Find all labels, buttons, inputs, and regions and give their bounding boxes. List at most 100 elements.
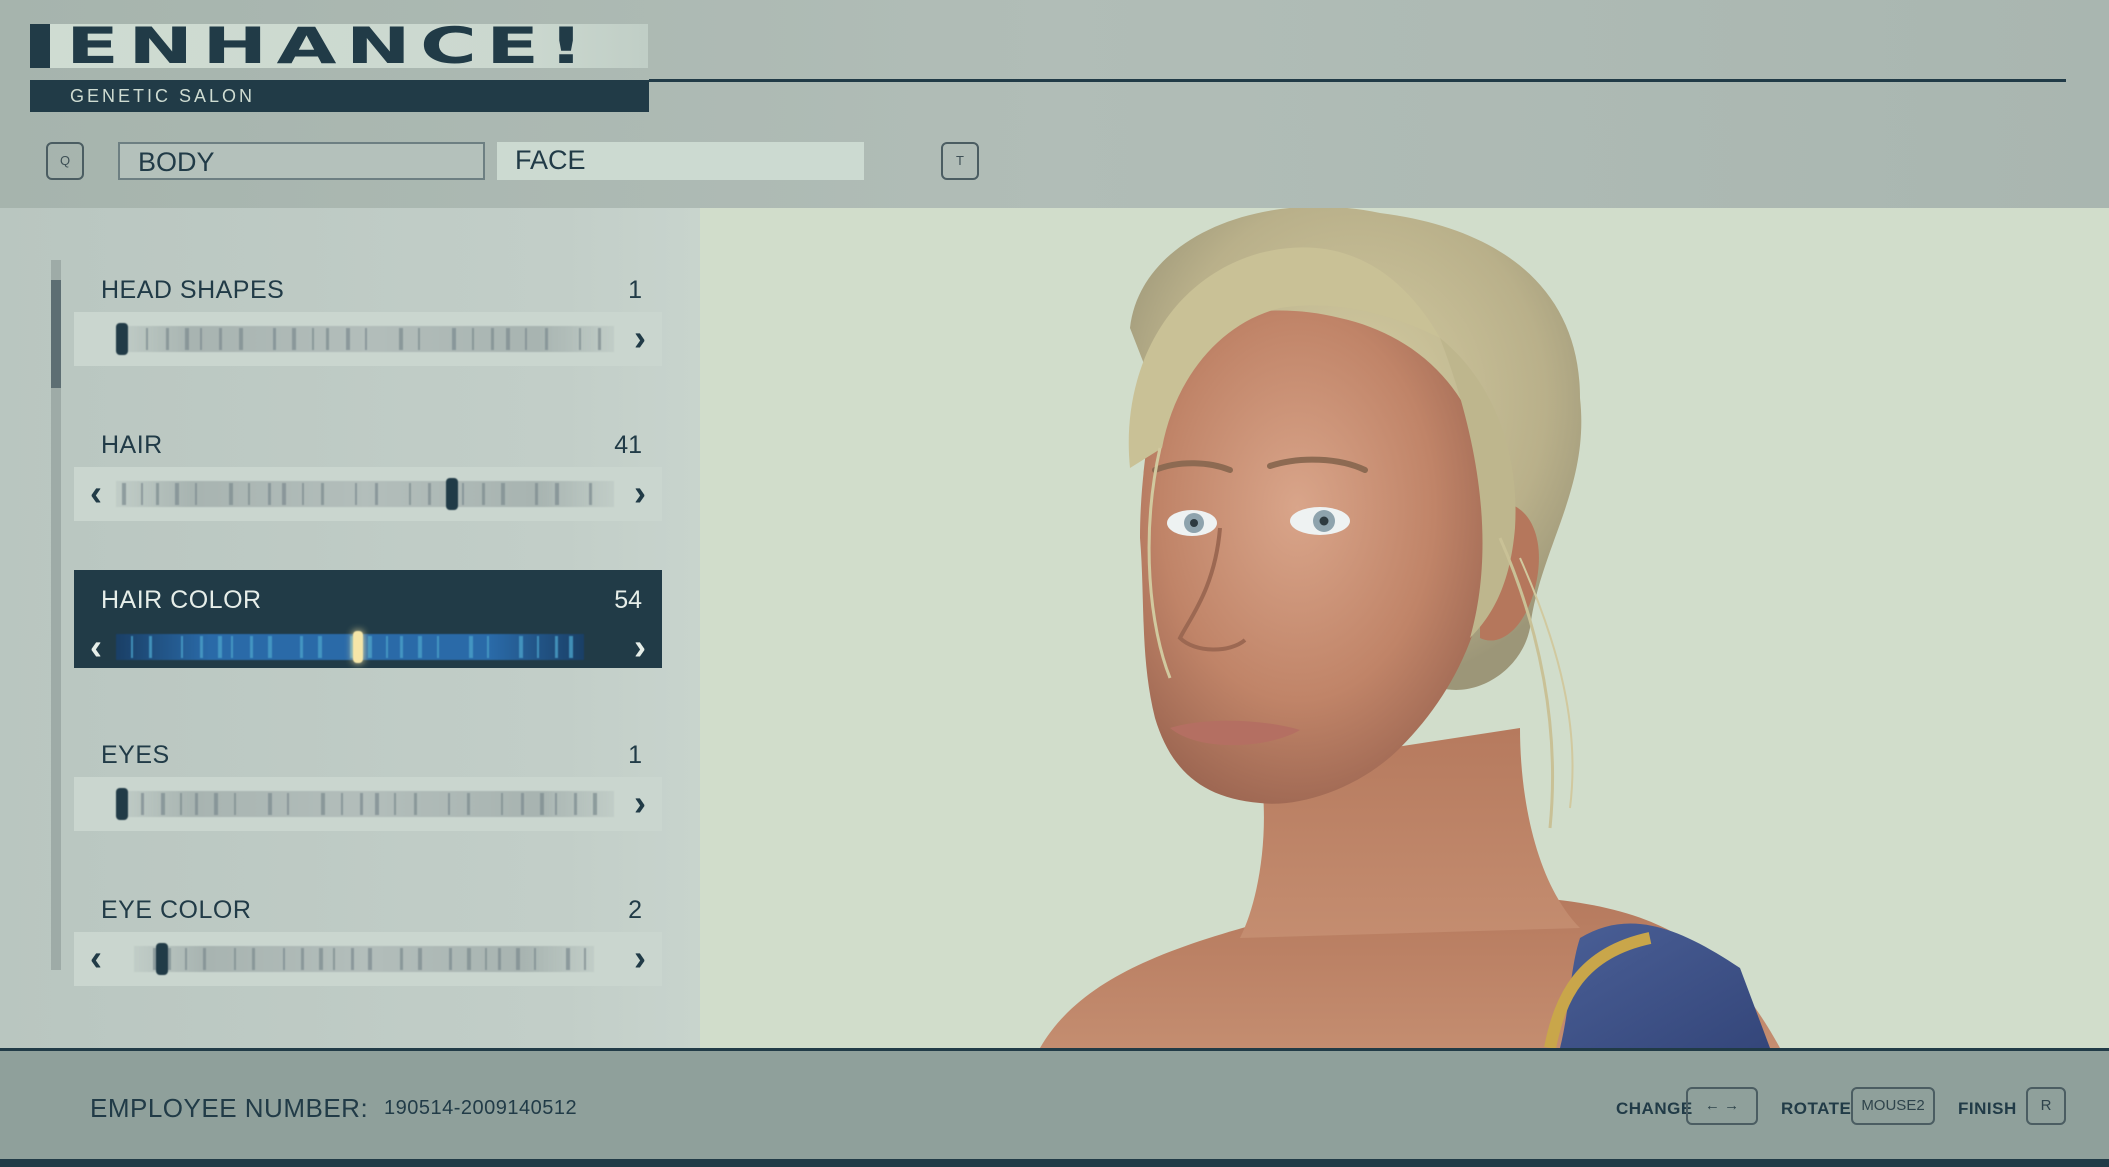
- scrollbar-thumb[interactable]: [51, 280, 61, 388]
- chevron-right-icon[interactable]: ›: [620, 467, 660, 521]
- slider-tick: [350, 948, 354, 970]
- chevron-right-icon[interactable]: ›: [620, 312, 660, 366]
- option-value: 1: [628, 276, 642, 304]
- slider-tick: [149, 636, 153, 658]
- subtitle-text: GENETIC SALON: [70, 86, 256, 106]
- slider-tick: [267, 483, 271, 505]
- slider-knob[interactable]: [116, 323, 128, 355]
- slider-tick: [554, 793, 557, 815]
- slider-tick: [292, 328, 297, 350]
- option-eyes[interactable]: EYES 1 ‹ ›: [74, 735, 662, 833]
- slider-tick: [228, 483, 233, 505]
- slider-tick: [462, 483, 465, 505]
- slider-tick: [199, 636, 203, 658]
- footer-bar: EMPLOYEE NUMBER: 190514-2009140512 CHANG…: [0, 1048, 2109, 1167]
- slider-tick: [301, 948, 305, 970]
- header-divider: [649, 79, 2066, 82]
- logo-text: ENHANCE!: [66, 17, 594, 75]
- slider-tick: [534, 948, 537, 970]
- slider-tick: [214, 793, 219, 815]
- character-portrait[interactable]: [700, 208, 2109, 1048]
- slider-tick: [283, 948, 286, 970]
- slider-tick: [345, 328, 350, 350]
- tab-body[interactable]: BODY: [118, 142, 485, 180]
- slider-tick: [299, 636, 303, 658]
- option-label: HAIR: [101, 431, 163, 459]
- slider-tick: [516, 948, 521, 970]
- finish-hint-label: FINISH: [1958, 1099, 2017, 1118]
- slider-tick: [418, 636, 423, 658]
- option-slider-track[interactable]: [134, 943, 594, 975]
- chevron-right-icon[interactable]: ›: [620, 626, 660, 670]
- slider-tick: [468, 636, 473, 658]
- slider-tick: [131, 636, 134, 658]
- slider-tick: [518, 636, 523, 658]
- slider-knob[interactable]: [446, 478, 459, 510]
- slider-tick: [180, 793, 183, 815]
- option-eye-color[interactable]: EYE COLOR 2 ‹ ›: [74, 890, 662, 988]
- option-label: EYES: [101, 741, 170, 769]
- option-hair[interactable]: HAIR 41 ‹ ›: [74, 425, 662, 523]
- option-slider-track[interactable]: [116, 788, 614, 820]
- slider-tick: [287, 793, 290, 815]
- slider-tick: [365, 328, 367, 350]
- slider-tick: [368, 636, 373, 658]
- option-hair-color[interactable]: HAIR COLOR 54 ‹ ›: [74, 570, 662, 668]
- finish-key[interactable]: R: [2026, 1087, 2066, 1125]
- prev-tab-key[interactable]: Q: [46, 142, 84, 180]
- slider-tick: [272, 328, 276, 350]
- slider-tick: [184, 948, 187, 970]
- slider-tick: [400, 636, 404, 658]
- slider-tick: [234, 948, 237, 970]
- slider-tick: [418, 328, 421, 350]
- slider-tick: [165, 328, 169, 350]
- slider-tick: [588, 483, 592, 505]
- option-slider-track[interactable]: [116, 631, 584, 663]
- slider-tick: [141, 793, 145, 815]
- slider-tick: [481, 483, 485, 505]
- option-head-shapes[interactable]: HEAD SHAPES 1 ‹ ›: [74, 270, 662, 368]
- change-key[interactable]: ← →: [1686, 1087, 1758, 1125]
- next-tab-key[interactable]: T: [941, 142, 979, 180]
- slider-tick: [311, 328, 314, 350]
- chevron-right-icon[interactable]: ›: [620, 777, 660, 831]
- character-preview[interactable]: [700, 208, 2109, 1048]
- slider-knob[interactable]: [116, 788, 128, 820]
- slider-tick: [238, 328, 243, 350]
- slider-knob[interactable]: [156, 943, 169, 975]
- slider-tick: [498, 948, 502, 970]
- chevron-left-icon[interactable]: ‹: [76, 467, 116, 521]
- chevron-left-icon[interactable]: ‹: [76, 932, 116, 986]
- slider-tick: [185, 328, 190, 350]
- slider-tick: [321, 793, 326, 815]
- slider-tick: [181, 636, 184, 658]
- slider-knob[interactable]: [353, 631, 364, 663]
- option-value: 1: [628, 741, 642, 769]
- slider-tick: [360, 793, 364, 815]
- slider-tick: [486, 636, 489, 658]
- rotate-key[interactable]: MOUSE2: [1851, 1087, 1935, 1125]
- slider-tick: [355, 483, 358, 505]
- slider-tick: [408, 483, 411, 505]
- slider-tick: [399, 948, 403, 970]
- slider-tick: [539, 793, 544, 815]
- option-slider-row: ‹ ›: [74, 626, 662, 670]
- chevron-right-icon[interactable]: ›: [620, 932, 660, 986]
- slider-tick: [471, 328, 474, 350]
- slider-tick: [321, 483, 325, 505]
- slider-tick: [544, 328, 548, 350]
- tab-face[interactable]: FACE: [497, 142, 864, 180]
- option-slider-track[interactable]: [116, 478, 614, 510]
- slider-tick: [282, 483, 287, 505]
- slider-tick: [194, 793, 198, 815]
- slider-tick: [374, 793, 379, 815]
- slider-tick: [122, 483, 126, 505]
- slider-tick: [428, 483, 432, 505]
- slider-tick: [249, 636, 253, 658]
- slider-tick: [413, 793, 417, 815]
- slider-tick: [374, 483, 378, 505]
- option-slider-track[interactable]: [116, 323, 614, 355]
- chevron-left-icon[interactable]: ‹: [76, 626, 116, 670]
- options-panel: HEAD SHAPES 1 ‹ › HAIR 41 ‹ › HAIR COLOR…: [0, 208, 700, 1048]
- slider-tick: [467, 948, 472, 970]
